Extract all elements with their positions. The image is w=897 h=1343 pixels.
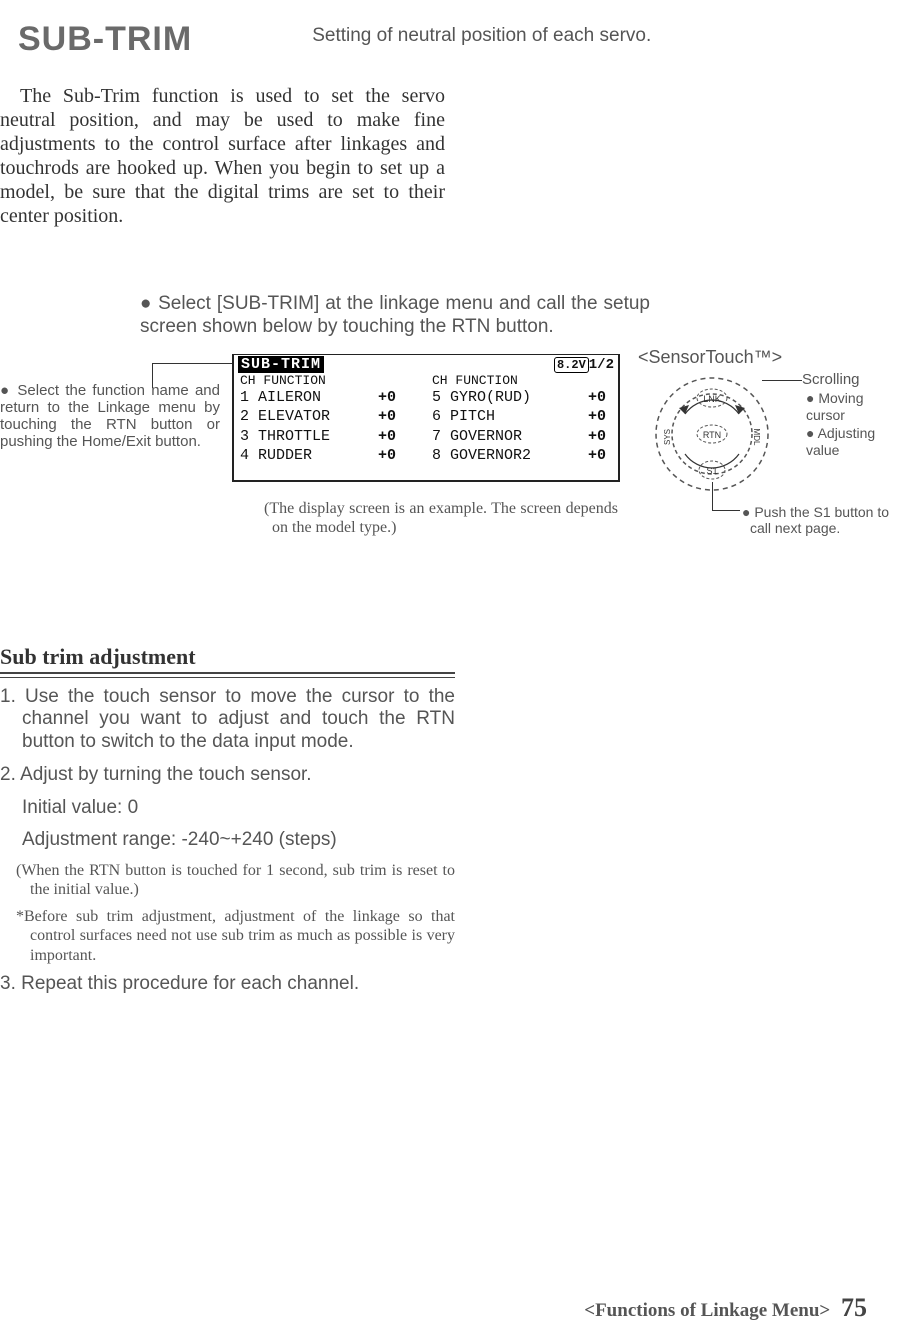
svg-text:LNK: LNK: [703, 394, 721, 404]
page-number: 75: [841, 1293, 867, 1322]
svg-text:MDL: MDL: [752, 428, 761, 445]
footer-section-label: <Functions of Linkage Menu>: [584, 1300, 830, 1321]
svg-text:SYS: SYS: [663, 429, 672, 445]
lcd-row: 7 GOVERNOR+0: [432, 427, 616, 447]
lcd-row: 2 ELEVATOR+0: [240, 407, 424, 427]
step-2: 2. Adjust by turning the touch sensor.: [0, 764, 455, 787]
svg-text:RTN: RTN: [703, 430, 721, 440]
lcd-col-header: CH FUNCTION: [240, 373, 424, 388]
lcd-row: 6 PITCH+0: [432, 407, 616, 427]
page-footer: <Functions of Linkage Menu> 75: [584, 1293, 867, 1323]
lcd-screen-title: SUB-TRIM: [238, 356, 324, 373]
lcd-row: 5 GYRO(RUD)+0: [432, 388, 616, 408]
header: SUB-TRIM Setting of neutral position of …: [0, 15, 877, 59]
step-1: 1. Use the touch sensor to move the curs…: [0, 686, 455, 754]
sensortouch-scrolling-label: Scrolling: [802, 371, 860, 389]
pointer-line: [712, 482, 713, 510]
step-3: 3. Repeat this procedure for each channe…: [0, 973, 455, 996]
lcd-page-indicator: 1/2: [589, 357, 614, 373]
sensortouch-title: <SensorTouch™>: [638, 347, 782, 368]
initial-value: Initial value: 0: [0, 797, 455, 819]
section-title: Sub trim adjustment: [0, 644, 455, 674]
page-subtitle: Setting of neutral position of each serv…: [312, 15, 651, 47]
sub-trim-adjustment-section: Sub trim adjustment 1. Use the touch sen…: [0, 644, 455, 996]
divider: [0, 677, 455, 678]
reset-note: (When the RTN button is touched for 1 se…: [0, 861, 455, 899]
diagram-area: ● Select the function name and return to…: [0, 354, 877, 554]
lcd-example-note: (The display screen is an example. The s…: [258, 499, 618, 537]
linkage-note: *Before sub trim adjustment, adjustment …: [0, 907, 455, 965]
lcd-battery: 8.2V: [554, 357, 589, 373]
lcd-row: 1 AILERON+0: [240, 388, 424, 408]
sensortouch-bullets: ● Moving cursor ● Adjusting value: [806, 390, 897, 460]
sensortouch-s1-note: ● Push the S1 button to call next page.: [740, 504, 897, 538]
lcd-row: 3 THROTTLE+0: [240, 427, 424, 447]
pointer-line: [152, 363, 153, 388]
lcd-row: 4 RUDDER+0: [240, 446, 424, 466]
pointer-line: [712, 510, 740, 511]
side-note-return: ● Select the function name and return to…: [0, 382, 220, 451]
pointer-line: [762, 380, 802, 381]
page-title: SUB-TRIM: [0, 15, 192, 59]
intro-paragraph: The Sub-Trim function is used to set the…: [0, 84, 445, 228]
lcd-row: 8 GOVERNOR2+0: [432, 446, 616, 466]
adjustment-range: Adjustment range: -240~+240 (steps): [0, 829, 455, 851]
sensortouch-moving-cursor: ● Moving cursor: [806, 390, 897, 425]
lcd-col-header: CH FUNCTION: [432, 373, 616, 388]
select-instruction: ● Select [SUB-TRIM] at the linkage menu …: [140, 293, 650, 339]
lcd-screen: SUB-TRIM 8.2V1/2 CH FUNCTION 1 AILERON+0…: [232, 354, 620, 482]
sensortouch-dial-icon: LNK RTN S1 SYS MDL: [652, 374, 772, 494]
sensortouch-adjusting-value: ● Adjusting value: [806, 425, 897, 460]
